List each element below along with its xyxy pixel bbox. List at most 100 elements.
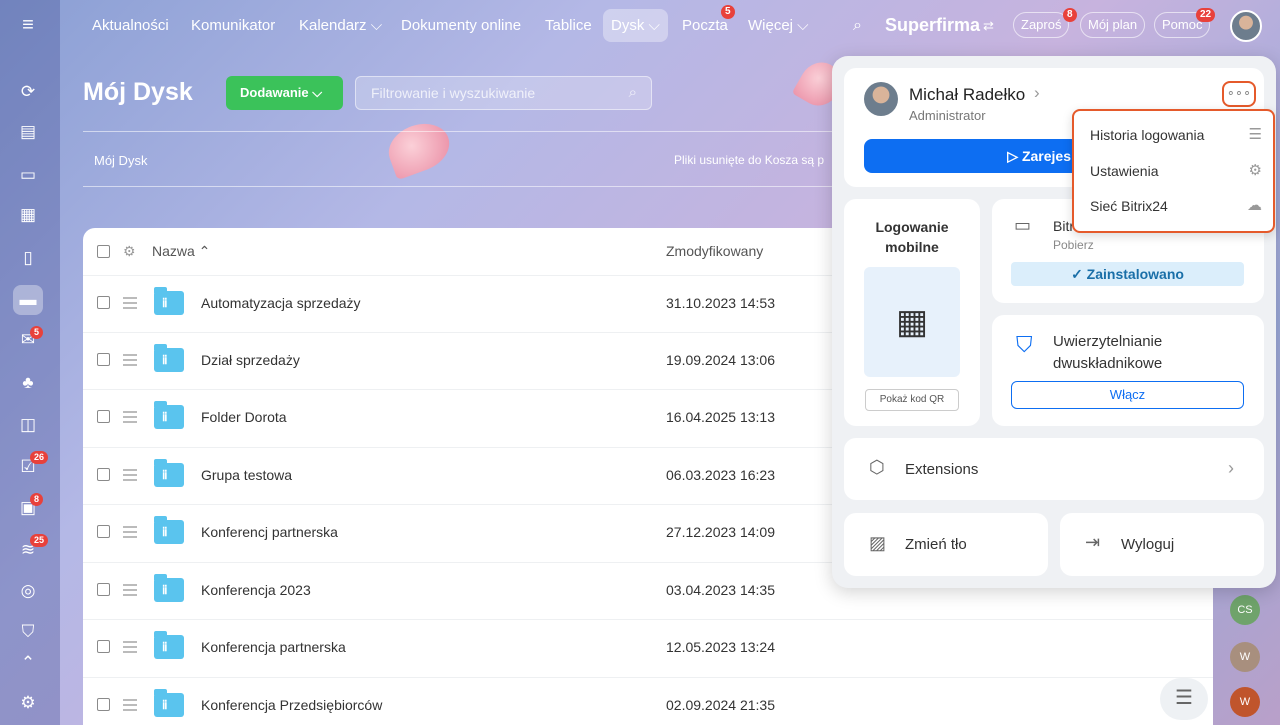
drag-handle-icon[interactable]	[123, 297, 137, 309]
trash-note: Pliki usunięte do Kosza są p	[674, 153, 825, 167]
nav-dokumenty[interactable]: Dokumenty online	[393, 9, 529, 42]
profile-name[interactable]: Michał Radełko	[909, 85, 1025, 105]
drag-handle-icon[interactable]	[123, 699, 137, 711]
shared-folder-icon: ⅱ	[154, 459, 184, 487]
file-name[interactable]: Automatyzacja sprzedaży	[201, 295, 361, 311]
change-background-button[interactable]: ▨ Zmień tło	[844, 513, 1048, 576]
mobile-login-title: Logowanie mobilne	[875, 219, 949, 255]
chevron-right-icon[interactable]: ›	[1034, 83, 1040, 103]
column-settings-icon[interactable]: ⚙	[123, 228, 136, 275]
contacts-icon[interactable]: ♣	[13, 368, 43, 398]
register-button[interactable]: ▷ Zarejes	[864, 139, 1079, 173]
list-menu-icon[interactable]: ☰	[1160, 678, 1208, 720]
goals-icon[interactable]: ◎	[13, 576, 43, 606]
calendar-icon[interactable]: ▦	[13, 200, 43, 230]
drag-handle-icon[interactable]	[123, 526, 137, 538]
column-name-header[interactable]: Nazwa ⌃	[152, 228, 210, 275]
menu-item-settings[interactable]: Ustawienia ⚙	[1090, 153, 1270, 189]
drag-handle-icon[interactable]	[123, 584, 137, 596]
file-name[interactable]: Konferencja 2023	[201, 582, 311, 598]
search-input[interactable]: Filtrowanie i wyszukiwanie ⌕	[355, 76, 652, 110]
user-avatar-small[interactable]: W	[1230, 642, 1260, 672]
row-checkbox[interactable]	[97, 353, 110, 366]
nav-komunikator[interactable]: Komunikator	[183, 9, 283, 42]
search-icon[interactable]: ⌕	[845, 9, 870, 42]
mobile-login-card: Logowanie mobilne ▦ Pokaż kod QR	[844, 199, 980, 426]
invite-badge: 8	[1063, 8, 1077, 22]
enable-button[interactable]: Włącz	[1011, 381, 1244, 409]
shared-folder-icon: ⅱ	[154, 401, 184, 429]
select-all-checkbox[interactable]	[97, 245, 110, 258]
my-plan-button[interactable]: Mój plan	[1080, 12, 1146, 38]
breadcrumb-bar: Mój Dysk Pliki usunięte do Kosza są p	[83, 131, 843, 187]
switch-icon[interactable]: ⇄	[975, 9, 1002, 42]
file-date: 02.09.2024 21:35	[666, 697, 775, 713]
nav-dysk[interactable]: Dysk ⌵	[603, 9, 668, 42]
list-icon: ☰	[1248, 126, 1262, 143]
monitor-icon: ▭	[1014, 215, 1032, 235]
drag-handle-icon[interactable]	[123, 641, 137, 653]
settings-icon[interactable]: ⚙	[13, 688, 43, 718]
file-date: 27.12.2023 14:09	[666, 524, 775, 540]
show-qr-button[interactable]: Pokaż kod QR	[865, 389, 959, 411]
file-name[interactable]: Folder Dorota	[201, 409, 287, 425]
file-date: 31.10.2023 14:53	[666, 295, 775, 311]
row-checkbox[interactable]	[97, 640, 110, 653]
file-name[interactable]: Konferencj partnerska	[201, 524, 338, 540]
menu-item-login-history[interactable]: Historia logowania ☰	[1090, 117, 1270, 153]
file-name[interactable]: Dział sprzedaży	[201, 352, 300, 368]
nav-wiecej[interactable]: Więcej ⌵	[740, 9, 817, 42]
row-checkbox[interactable]	[97, 410, 110, 423]
activity-icon[interactable]: ⟳	[13, 77, 43, 107]
cart-icon[interactable]: ⛉	[13, 617, 43, 647]
breadcrumb[interactable]: Mój Dysk	[94, 153, 147, 168]
logout-button[interactable]: ⇥ Wyloguj	[1060, 513, 1264, 576]
boards-icon[interactable]: ◫	[13, 410, 43, 440]
invite-button[interactable]: Zaproś	[1013, 12, 1070, 38]
file-date: 06.03.2023 16:23	[666, 467, 775, 483]
feed-icon[interactable]: ▤	[13, 117, 43, 147]
drag-handle-icon[interactable]	[123, 469, 137, 481]
drag-handle-icon[interactable]	[123, 354, 137, 366]
collapse-icon[interactable]: ⌃	[13, 653, 43, 672]
file-name[interactable]: Konferencja Przedsiębiorców	[201, 697, 382, 713]
more-button[interactable]: ∘∘∘	[1222, 81, 1256, 107]
file-name[interactable]: Konferencja partnerska	[201, 639, 346, 655]
menu-item-network[interactable]: Sieć Bitrix24 ☁	[1090, 188, 1270, 224]
register-label: ▷ Zarejes	[1007, 148, 1071, 164]
row-checkbox[interactable]	[97, 296, 110, 309]
table-row[interactable]: ⅱ Konferencja Przedsiębiorców 02.09.2024…	[83, 677, 1213, 725]
chat-icon[interactable]: ▭	[13, 160, 43, 190]
nav-tablice[interactable]: Tablice	[537, 9, 600, 42]
file-date: 16.04.2025 13:13	[666, 409, 775, 425]
profile-role: Administrator	[909, 108, 986, 123]
menu-icon[interactable]: ≡	[13, 10, 43, 40]
help-badge: 22	[1196, 8, 1216, 22]
row-checkbox[interactable]	[97, 525, 110, 538]
extensions-item[interactable]: ⬡ Extensions ›	[844, 438, 1264, 500]
add-button[interactable]: Dodawanie ⌵	[226, 76, 343, 110]
row-checkbox[interactable]	[97, 583, 110, 596]
installed-button[interactable]: ✓ Zainstalowano	[1011, 262, 1244, 286]
drive-icon[interactable]: ▬	[13, 285, 43, 315]
row-checkbox[interactable]	[97, 698, 110, 711]
row-checkbox[interactable]	[97, 468, 110, 481]
download-label[interactable]: Pobierz	[1053, 238, 1094, 252]
gear-icon: ⚙	[1248, 162, 1262, 179]
shield-icon: ⛉	[1016, 332, 1033, 357]
company-name[interactable]: Superfirma	[877, 9, 988, 42]
shared-folder-icon: ⅱ	[154, 689, 184, 717]
table-row[interactable]: ⅱ Konferencja partnerska 12.05.2023 13:2…	[83, 619, 1213, 676]
user-avatar-small[interactable]: W	[1230, 687, 1260, 717]
file-name[interactable]: Grupa testowa	[201, 467, 292, 483]
drag-handle-icon[interactable]	[123, 411, 137, 423]
user-avatar[interactable]	[1230, 10, 1262, 42]
docs-icon[interactable]: ▯	[13, 243, 43, 273]
nav-kalendarz[interactable]: Kalendarz ⌵	[291, 9, 390, 42]
column-modified-header[interactable]: Zmodyfikowany	[666, 228, 763, 275]
file-date: 12.05.2023 13:24	[666, 639, 775, 655]
profile-avatar[interactable]	[864, 82, 898, 116]
user-avatar-small[interactable]: CS	[1230, 595, 1260, 625]
qr-code-icon[interactable]: ▦	[864, 267, 960, 377]
nav-aktualnosci[interactable]: Aktualności	[84, 9, 177, 42]
